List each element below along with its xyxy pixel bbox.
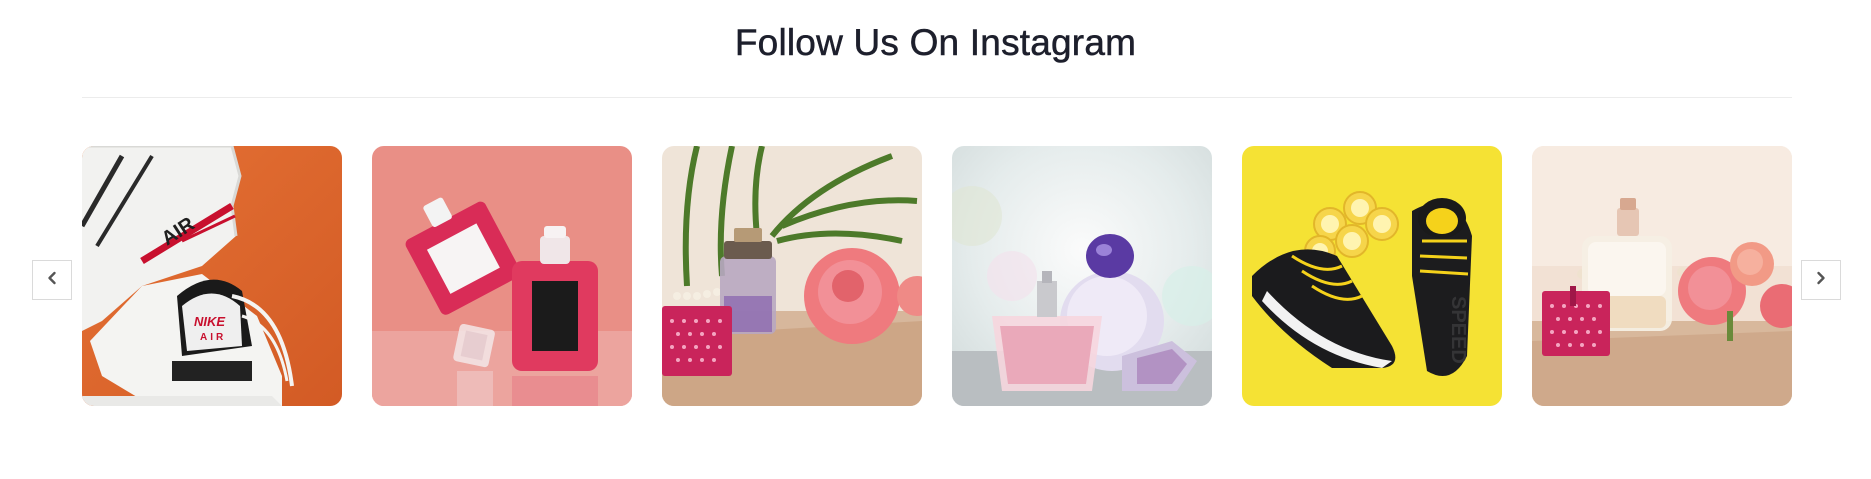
instagram-post[interactable] xyxy=(662,146,922,406)
speed-logo-text: SPEED xyxy=(1447,296,1469,364)
nike-logo-text: NIKE xyxy=(194,314,225,329)
instagram-section: Follow Us On Instagram AIR NIKE AIR SPEE… xyxy=(0,0,1871,479)
sneaker-yellow-image: SPEED xyxy=(1242,146,1502,406)
instagram-post[interactable] xyxy=(1532,146,1792,406)
instagram-post[interactable] xyxy=(372,146,632,406)
air-small-logo-text: AIR xyxy=(200,332,226,343)
instagram-gallery: AIR NIKE AIR SPEED xyxy=(82,146,1792,406)
instagram-post[interactable]: SPEED xyxy=(1242,146,1502,406)
perfume-coral-image xyxy=(372,146,632,406)
sneaker-orange-image: AIR NIKE AIR xyxy=(82,146,342,406)
title-divider xyxy=(82,97,1792,98)
prev-slide-button[interactable] xyxy=(32,260,72,300)
instagram-post[interactable]: AIR NIKE AIR xyxy=(82,146,342,406)
perfume-roses-image xyxy=(1532,146,1792,406)
perfume-purple-image xyxy=(952,146,1212,406)
instagram-post[interactable] xyxy=(952,146,1212,406)
next-slide-button[interactable] xyxy=(1801,260,1841,300)
chevron-left-icon xyxy=(45,271,59,290)
chevron-right-icon xyxy=(1814,271,1828,290)
perfume-rose-image xyxy=(662,146,922,406)
section-title: Follow Us On Instagram xyxy=(734,22,1137,64)
